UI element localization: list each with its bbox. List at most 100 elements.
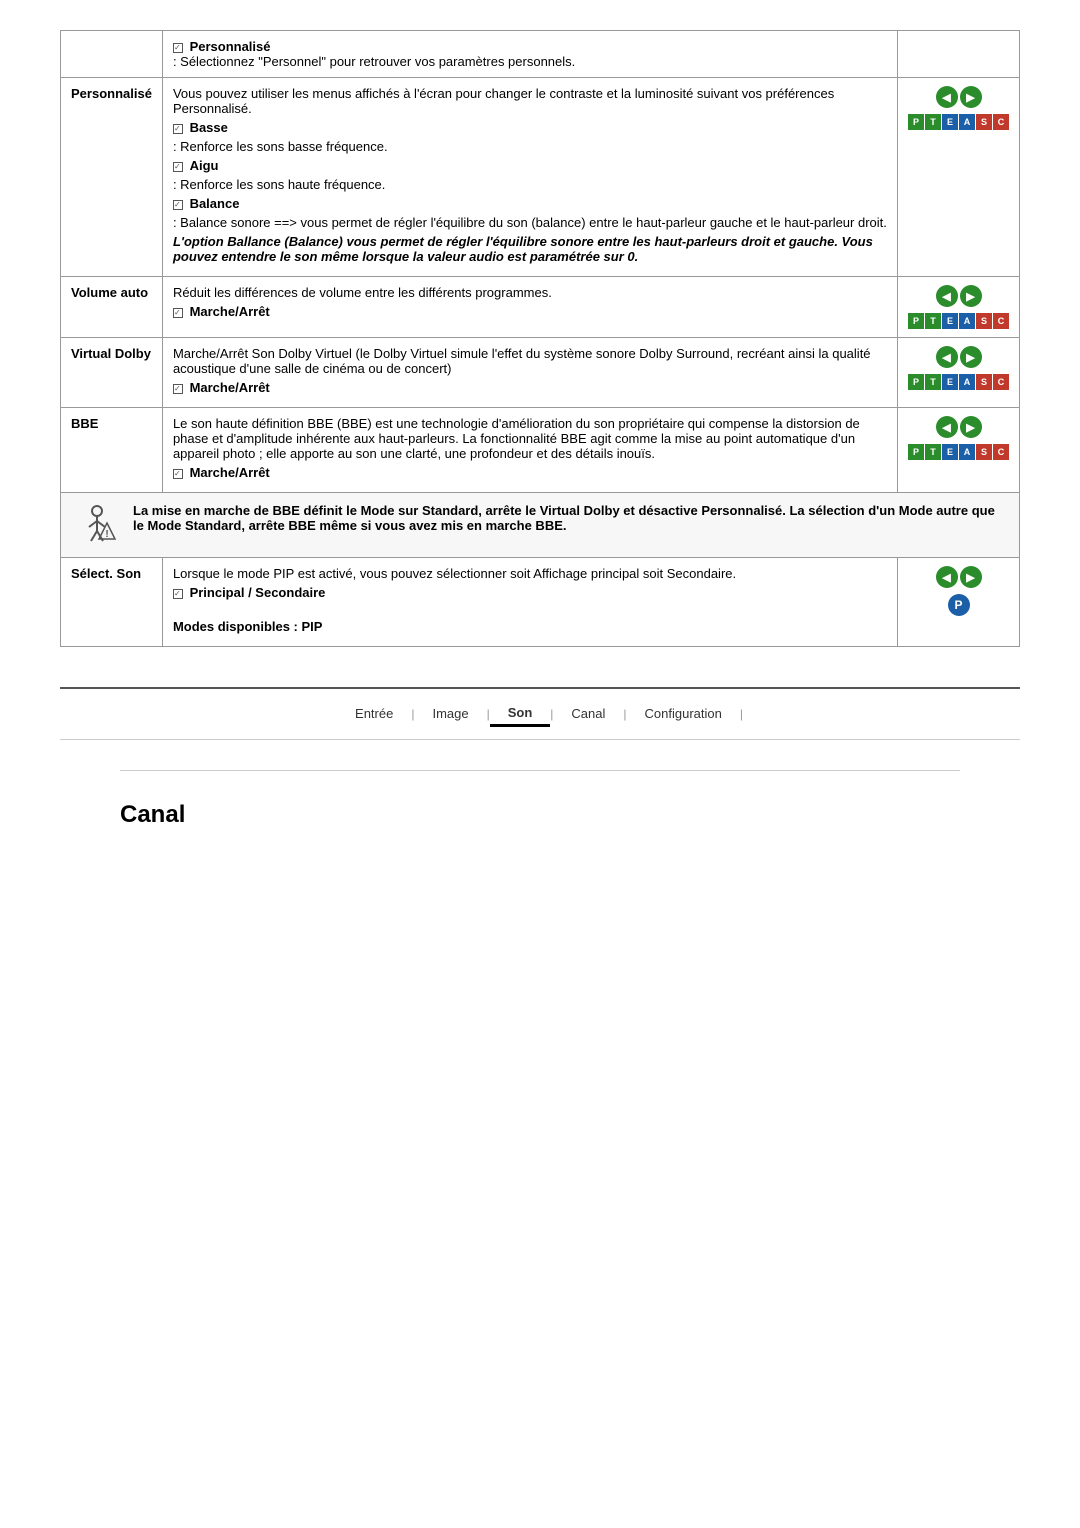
row-desc: Lorsque le mode PIP est activé, vous pou… bbox=[173, 566, 887, 581]
nav-item-entree[interactable]: Entrée bbox=[337, 702, 411, 727]
nav-arrows: ◀ ▶ bbox=[936, 346, 982, 368]
nav-arrows: ◀ ▶ bbox=[936, 285, 982, 307]
modes-text: Modes disponibles : PIP bbox=[173, 619, 323, 634]
row-desc: Modes disponibles : PIP bbox=[173, 619, 887, 634]
row-label: Virtual Dolby bbox=[61, 338, 163, 408]
sub-heading: Marche/Arrêt bbox=[190, 380, 270, 395]
table-row: Volume auto Réduit les différences de vo… bbox=[61, 277, 1020, 338]
row-desc: Marche/Arrêt bbox=[173, 380, 887, 395]
sub-heading: Principal / Secondaire bbox=[190, 585, 326, 600]
warning-icon: ! bbox=[75, 503, 119, 547]
row-content: Lorsque le mode PIP est activé, vous pou… bbox=[162, 558, 897, 647]
checkbox-icon bbox=[173, 124, 183, 134]
content-table: Personnalisé : Sélectionnez "Personnel" … bbox=[60, 30, 1020, 647]
row-content: Réduit les différences de volume entre l… bbox=[162, 277, 897, 338]
pteasc-badge: ◀ ▶ P T E A S C bbox=[908, 416, 1009, 460]
arrow-right: ▶ bbox=[960, 416, 982, 438]
row-label bbox=[61, 31, 163, 78]
svg-text:!: ! bbox=[105, 529, 108, 540]
row-title: Personnalisé bbox=[190, 39, 271, 54]
row-label: Sélect. Son bbox=[61, 558, 163, 647]
nav-arrows: ◀ ▶ bbox=[936, 566, 982, 588]
sub-heading: Basse bbox=[190, 120, 228, 135]
nav-bar: Entrée | Image | Son | Canal | Configura… bbox=[60, 687, 1020, 740]
row-content: Vous pouvez utiliser les menus affichés … bbox=[162, 78, 897, 277]
table-row: BBE Le son haute définition BBE (BBE) es… bbox=[61, 408, 1020, 493]
pteasc-c: C bbox=[993, 114, 1009, 130]
note-content: ! La mise en marche de BBE définit le Mo… bbox=[61, 493, 1020, 558]
pteasc-badge: ◀ ▶ P T E A S C bbox=[908, 285, 1009, 329]
arrow-left: ◀ bbox=[936, 86, 958, 108]
arrow-left: ◀ bbox=[936, 566, 958, 588]
pteasc-p: P bbox=[908, 444, 924, 460]
nav-sep: | bbox=[740, 707, 743, 721]
pteasc-c: C bbox=[993, 374, 1009, 390]
nav-arrows: ◀ ▶ bbox=[936, 416, 982, 438]
arrow-left: ◀ bbox=[936, 285, 958, 307]
pteasc-s: S bbox=[976, 374, 992, 390]
row-desc: Réduit les différences de volume entre l… bbox=[173, 285, 887, 300]
row-content: Le son haute définition BBE (BBE) est un… bbox=[162, 408, 897, 493]
p-badge: P bbox=[948, 594, 970, 616]
pteasc-row: P T E A S C bbox=[908, 313, 1009, 329]
pteasc-a: A bbox=[959, 313, 975, 329]
pteasc-t: T bbox=[925, 374, 941, 390]
note-row: ! La mise en marche de BBE définit le Mo… bbox=[61, 493, 1020, 558]
row-desc: Vous pouvez utiliser les menus affichés … bbox=[173, 86, 887, 116]
note-text: La mise en marche de BBE définit le Mode… bbox=[133, 503, 1005, 533]
nav-item-image[interactable]: Image bbox=[414, 702, 486, 727]
pteasc-t: T bbox=[925, 114, 941, 130]
arrow-right: ▶ bbox=[960, 346, 982, 368]
pteasc-e: E bbox=[942, 313, 958, 329]
pteasc-t: T bbox=[925, 444, 941, 460]
row-label: Personnalisé bbox=[61, 78, 163, 277]
nav-item-son[interactable]: Son bbox=[490, 701, 551, 727]
row-desc: : Sélectionnez "Personnel" pour retrouve… bbox=[173, 54, 575, 69]
pteasc-c: C bbox=[993, 444, 1009, 460]
row-desc: : Balance sonore ==> vous permet de régl… bbox=[173, 215, 887, 230]
row-desc: : Renforce les sons haute fréquence. bbox=[173, 177, 887, 192]
pteasc-p: P bbox=[908, 114, 924, 130]
canal-heading: Canal bbox=[120, 801, 1020, 829]
sub-heading: Marche/Arrêt bbox=[190, 465, 270, 480]
table-row: Sélect. Son Lorsque le mode PIP est acti… bbox=[61, 558, 1020, 647]
row-icon-col: ◀ ▶ P T E A S C bbox=[898, 408, 1020, 493]
pteasc-e: E bbox=[942, 374, 958, 390]
pteasc-row: P T E A S C bbox=[908, 444, 1009, 460]
row-icon-col bbox=[898, 31, 1020, 78]
checkbox-icon bbox=[173, 162, 183, 172]
arrow-left: ◀ bbox=[936, 346, 958, 368]
row-desc: Balance bbox=[173, 196, 887, 211]
arrow-right: ▶ bbox=[960, 86, 982, 108]
p-badge-group: ◀ ▶ P bbox=[936, 566, 982, 616]
row-content: Personnalisé : Sélectionnez "Personnel" … bbox=[162, 31, 897, 78]
pteasc-row: P T E A S C bbox=[908, 374, 1009, 390]
arrow-left: ◀ bbox=[936, 416, 958, 438]
row-icon-col: ◀ ▶ P T E A S C bbox=[898, 338, 1020, 408]
nav-item-configuration[interactable]: Configuration bbox=[627, 702, 740, 727]
pteasc-a: A bbox=[959, 444, 975, 460]
checkbox-icon bbox=[173, 384, 183, 394]
row-desc: Marche/Arrêt bbox=[173, 304, 887, 319]
checkbox-icon bbox=[173, 469, 183, 479]
warning-svg: ! bbox=[75, 503, 119, 547]
table-row: Virtual Dolby Marche/Arrêt Son Dolby Vir… bbox=[61, 338, 1020, 408]
row-desc: Aigu bbox=[173, 158, 887, 173]
pteasc-badge: ◀ ▶ P T E A S C bbox=[908, 86, 1009, 130]
row-icon-col: ◀ ▶ P T E A S C bbox=[898, 277, 1020, 338]
row-label: Volume auto bbox=[61, 277, 163, 338]
nav-item-canal[interactable]: Canal bbox=[553, 702, 623, 727]
nav-arrows: ◀ ▶ bbox=[936, 86, 982, 108]
arrow-right: ▶ bbox=[960, 285, 982, 307]
row-desc: : Renforce les sons basse fréquence. bbox=[173, 139, 887, 154]
row-icon-col: ◀ ▶ P bbox=[898, 558, 1020, 647]
sub-heading: Marche/Arrêt bbox=[190, 304, 270, 319]
pteasc-a: A bbox=[959, 114, 975, 130]
row-label: BBE bbox=[61, 408, 163, 493]
row-desc: Marche/Arrêt Son Dolby Virtuel (le Dolby… bbox=[173, 346, 887, 376]
row-desc: Basse bbox=[173, 120, 887, 135]
table-row: Personnalisé : Sélectionnez "Personnel" … bbox=[61, 31, 1020, 78]
bottom-divider bbox=[120, 770, 960, 771]
pteasc-row: P T E A S C bbox=[908, 114, 1009, 130]
pteasc-s: S bbox=[976, 114, 992, 130]
